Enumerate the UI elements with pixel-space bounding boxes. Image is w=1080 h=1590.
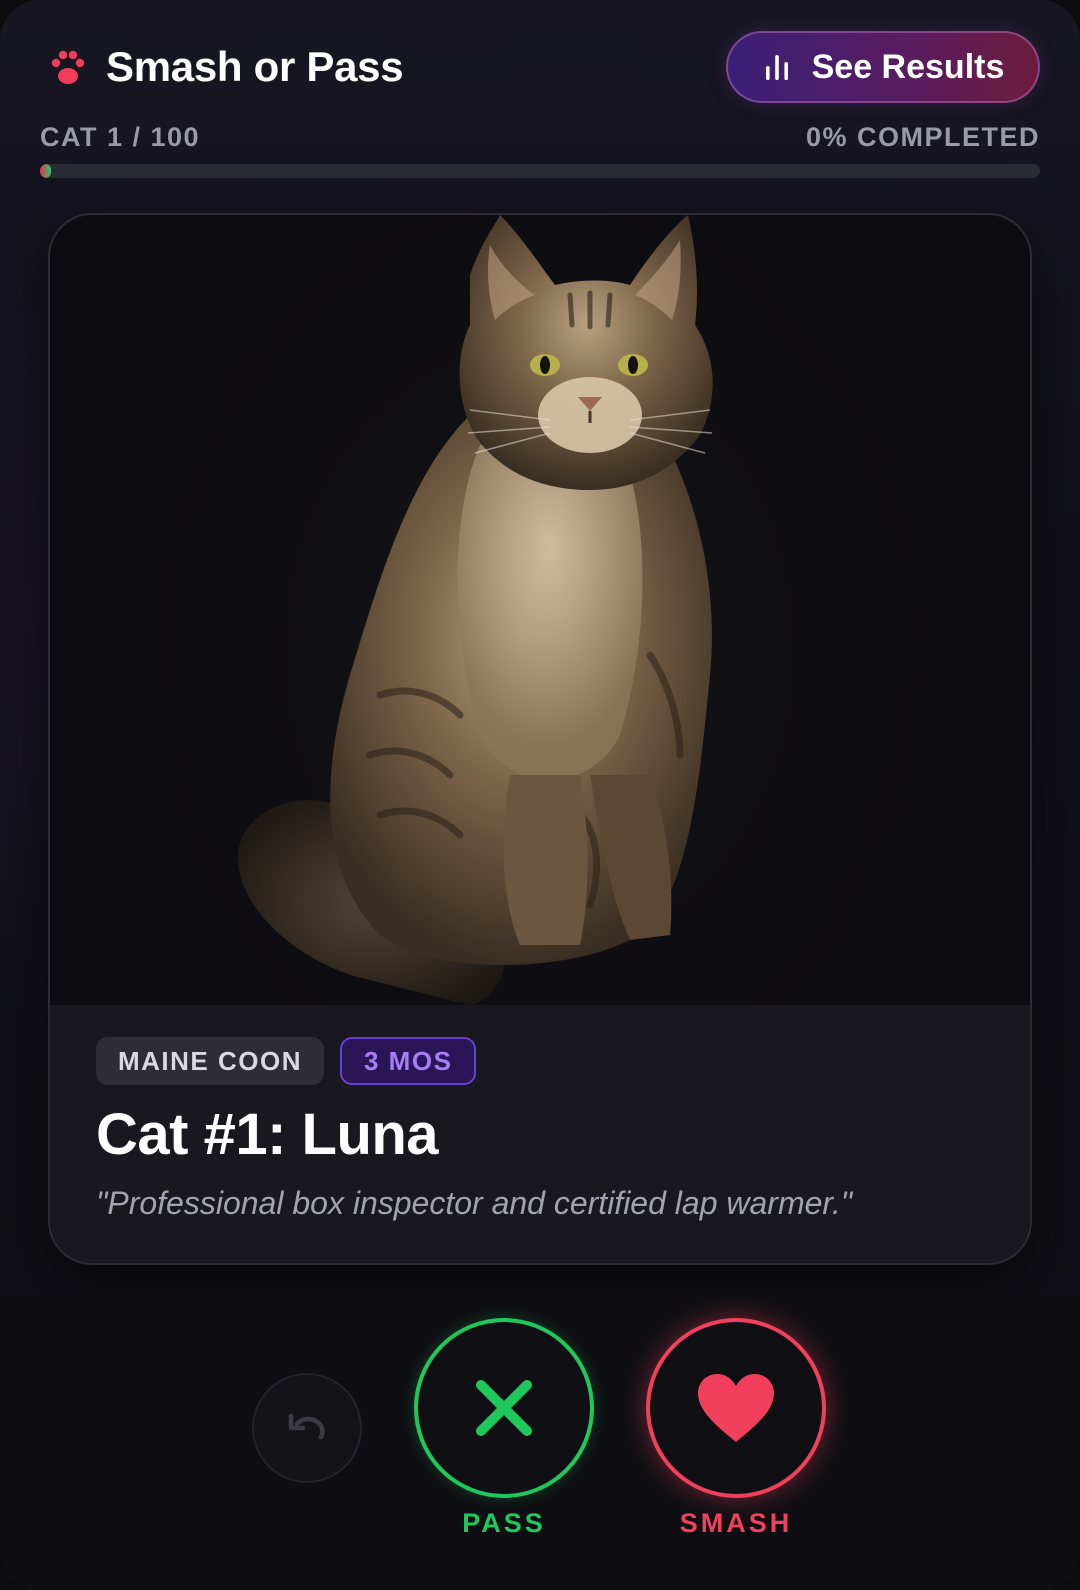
cat-name: Cat #1: Luna (96, 1102, 439, 1167)
see-results-label: See Results (811, 47, 1005, 86)
cat-tagline: "Professional box inspector and certifie… (96, 1185, 853, 1221)
pass-button[interactable] (414, 1318, 594, 1498)
progress-fill (40, 164, 51, 178)
header: Smash or Pass See Results (40, 30, 1040, 104)
progress-labels: CAT 1 / 100 0% COMPLETED (40, 122, 1040, 152)
pass-label: PASS (462, 1508, 546, 1538)
age-badge: 3 MOS (340, 1037, 477, 1085)
x-icon (476, 1380, 532, 1436)
undo-icon (288, 1413, 325, 1440)
cat-illustration (237, 215, 713, 1005)
smash-label: SMASH (679, 1508, 793, 1538)
brand: Smash or Pass (40, 30, 404, 104)
completion-percent: 0% COMPLETED (805, 122, 1040, 152)
cat-tags: MAINE COON 3 MOS (96, 1037, 477, 1085)
cat-info: MAINE COON 3 MOS Cat #1: Luna "Professio… (50, 1005, 1030, 1263)
cat-photo (50, 215, 1030, 1005)
app-title: Smash or Pass (106, 43, 404, 90)
progress-bar (40, 164, 1040, 178)
breed-badge: MAINE COON (96, 1037, 324, 1085)
app-window: Smash or Pass See Results CAT 1 / 100 0%… (0, 0, 1080, 1590)
undo-button[interactable] (252, 1373, 362, 1483)
heart-icon (698, 1374, 774, 1442)
smash-button[interactable] (646, 1318, 826, 1498)
paw-icon (46, 45, 90, 89)
see-results-button[interactable]: See Results (726, 31, 1040, 103)
cat-card[interactable]: MAINE COON 3 MOS Cat #1: Luna "Professio… (48, 213, 1032, 1265)
cat-counter: CAT 1 / 100 (40, 122, 201, 152)
bar-chart-icon (762, 52, 792, 82)
